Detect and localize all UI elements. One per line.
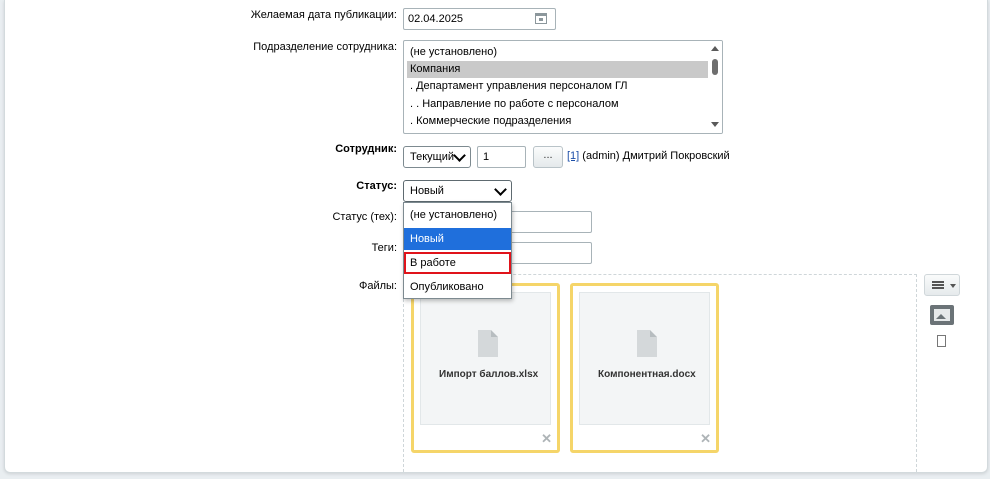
- file-view-icon[interactable]: [937, 335, 946, 347]
- status-option-marked[interactable]: В работе: [404, 252, 511, 274]
- status-option[interactable]: (не установлено): [404, 204, 511, 226]
- department-option[interactable]: (не установлено): [407, 44, 708, 61]
- status-select-value: Новый: [410, 185, 444, 197]
- department-label: Подразделение сотрудника:: [253, 41, 397, 53]
- chevron-down-icon: [494, 183, 507, 196]
- employee-name: (admin) Дмитрий Покровский: [582, 150, 730, 162]
- pub-date-value: 02.04.2025: [408, 13, 464, 25]
- department-listbox[interactable]: (не установлено) Компания . Департамент …: [403, 40, 723, 134]
- file-card[interactable]: Импорт баллов.xlsx ✕: [411, 283, 560, 453]
- files-label: Файлы:: [358, 280, 397, 292]
- remove-file-icon[interactable]: ✕: [541, 431, 552, 447]
- status-tech-input[interactable]: [510, 211, 592, 233]
- employee-search-button[interactable]: ...: [533, 146, 563, 168]
- tags-input[interactable]: [510, 242, 592, 264]
- tags-label: Теги:: [371, 242, 397, 254]
- menu-icon: [932, 281, 944, 289]
- department-option-selected[interactable]: Компания: [407, 61, 708, 78]
- view-mode-menu-button[interactable]: [924, 274, 960, 296]
- file-name: Импорт баллов.xlsx: [439, 369, 539, 380]
- department-option[interactable]: . Департамент управления персоналом ГЛ: [407, 78, 708, 95]
- pub-date-label: Желаемая дата публикации:: [250, 9, 397, 21]
- file-name: Компонентная.docx: [598, 369, 696, 380]
- status-select[interactable]: Новый: [403, 180, 512, 202]
- employee-info: [1] (admin) Дмитрий Покровский: [567, 150, 730, 162]
- document-icon: [478, 330, 498, 357]
- employee-id-link[interactable]: [1]: [567, 150, 579, 162]
- pub-date-input[interactable]: 02.04.2025: [403, 8, 556, 30]
- scroll-down-arrow-icon[interactable]: [711, 122, 719, 127]
- image-view-icon[interactable]: [930, 305, 954, 325]
- calendar-icon[interactable]: [535, 13, 547, 24]
- employee-label: Сотрудник:: [335, 143, 397, 155]
- document-icon: [637, 330, 657, 357]
- file-preview: Компонентная.docx: [579, 292, 710, 425]
- department-option[interactable]: . Коммерческие подразделения: [407, 113, 708, 130]
- remove-file-icon[interactable]: ✕: [700, 431, 711, 447]
- status-option-highlighted[interactable]: Новый: [404, 228, 511, 250]
- file-card[interactable]: Компонентная.docx ✕: [570, 283, 719, 453]
- department-option[interactable]: . . Направление по работе с персоналом: [407, 96, 708, 113]
- department-scrollbar[interactable]: [708, 41, 722, 133]
- file-preview: Импорт баллов.xlsx: [420, 292, 551, 425]
- status-tech-label: Статус (тех):: [332, 211, 397, 223]
- employee-mode-select[interactable]: Текущий: [403, 146, 471, 168]
- employee-mode-value: Текущий: [410, 151, 454, 163]
- chevron-down-icon: [453, 149, 466, 162]
- caret-down-icon: [950, 284, 956, 288]
- status-dropdown-list[interactable]: (не установлено) Новый В работе Опублико…: [403, 202, 512, 299]
- status-label: Статус:: [356, 180, 397, 192]
- employee-id-input[interactable]: 1: [477, 146, 526, 168]
- scroll-thumb[interactable]: [712, 59, 718, 75]
- scroll-up-arrow-icon[interactable]: [711, 46, 719, 51]
- status-option[interactable]: Опубликовано: [404, 276, 511, 298]
